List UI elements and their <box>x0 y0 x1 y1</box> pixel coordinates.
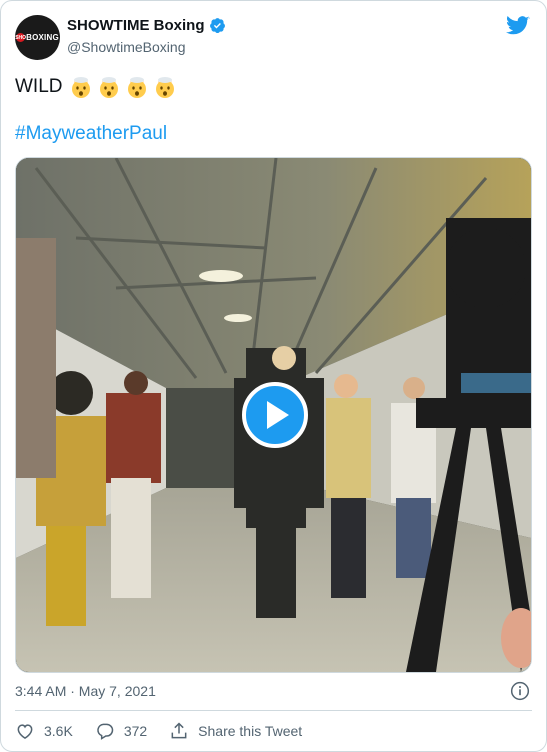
play-icon <box>267 401 289 429</box>
author-handle[interactable]: @ShowtimeBoxing <box>67 39 186 55</box>
exploding-head-emoji <box>155 77 174 98</box>
exploding-head-emoji <box>99 77 118 98</box>
tweet-card: SHO BOXING SHOWTIME Boxing @ShowtimeBoxi… <box>0 0 547 752</box>
tweet-text: WILD <box>15 75 177 99</box>
author-display-name[interactable]: SHOWTIME Boxing <box>67 17 205 34</box>
verified-badge-icon <box>209 18 225 34</box>
play-button[interactable] <box>242 382 308 448</box>
exploding-head-emoji <box>71 77 90 98</box>
share-icon <box>171 722 187 739</box>
heart-icon <box>17 724 33 739</box>
reply-bubble-icon <box>97 723 114 740</box>
reply-button[interactable]: 372 <box>95 721 147 741</box>
exploding-head-emoji <box>127 77 146 98</box>
showtime-logo: SHO BOXING <box>15 33 59 42</box>
hashtag-link[interactable]: #MayweatherPaul <box>15 123 167 145</box>
tweet-actions: 3.6K 372 Share this Tweet <box>15 721 324 741</box>
avatar[interactable]: SHO BOXING <box>15 15 60 60</box>
emoji-row <box>69 75 177 99</box>
divider <box>15 710 532 711</box>
info-icon[interactable] <box>510 681 530 701</box>
video-player[interactable] <box>15 157 532 673</box>
twitter-logo-icon[interactable] <box>506 15 530 37</box>
tweet-text-content: WILD <box>15 76 63 97</box>
like-count: 3.6K <box>44 723 73 739</box>
author-name-row[interactable]: SHOWTIME Boxing <box>67 17 226 34</box>
like-button[interactable]: 3.6K <box>15 721 73 741</box>
avatar-text: BOXING <box>26 33 59 42</box>
share-button[interactable]: Share this Tweet <box>169 721 302 741</box>
tweet-timestamp[interactable]: 3:44 AM · May 7, 2021 <box>15 683 156 699</box>
share-label: Share this Tweet <box>198 723 303 739</box>
avatar-badge: SHO <box>15 33 27 42</box>
reply-count: 372 <box>123 723 148 739</box>
